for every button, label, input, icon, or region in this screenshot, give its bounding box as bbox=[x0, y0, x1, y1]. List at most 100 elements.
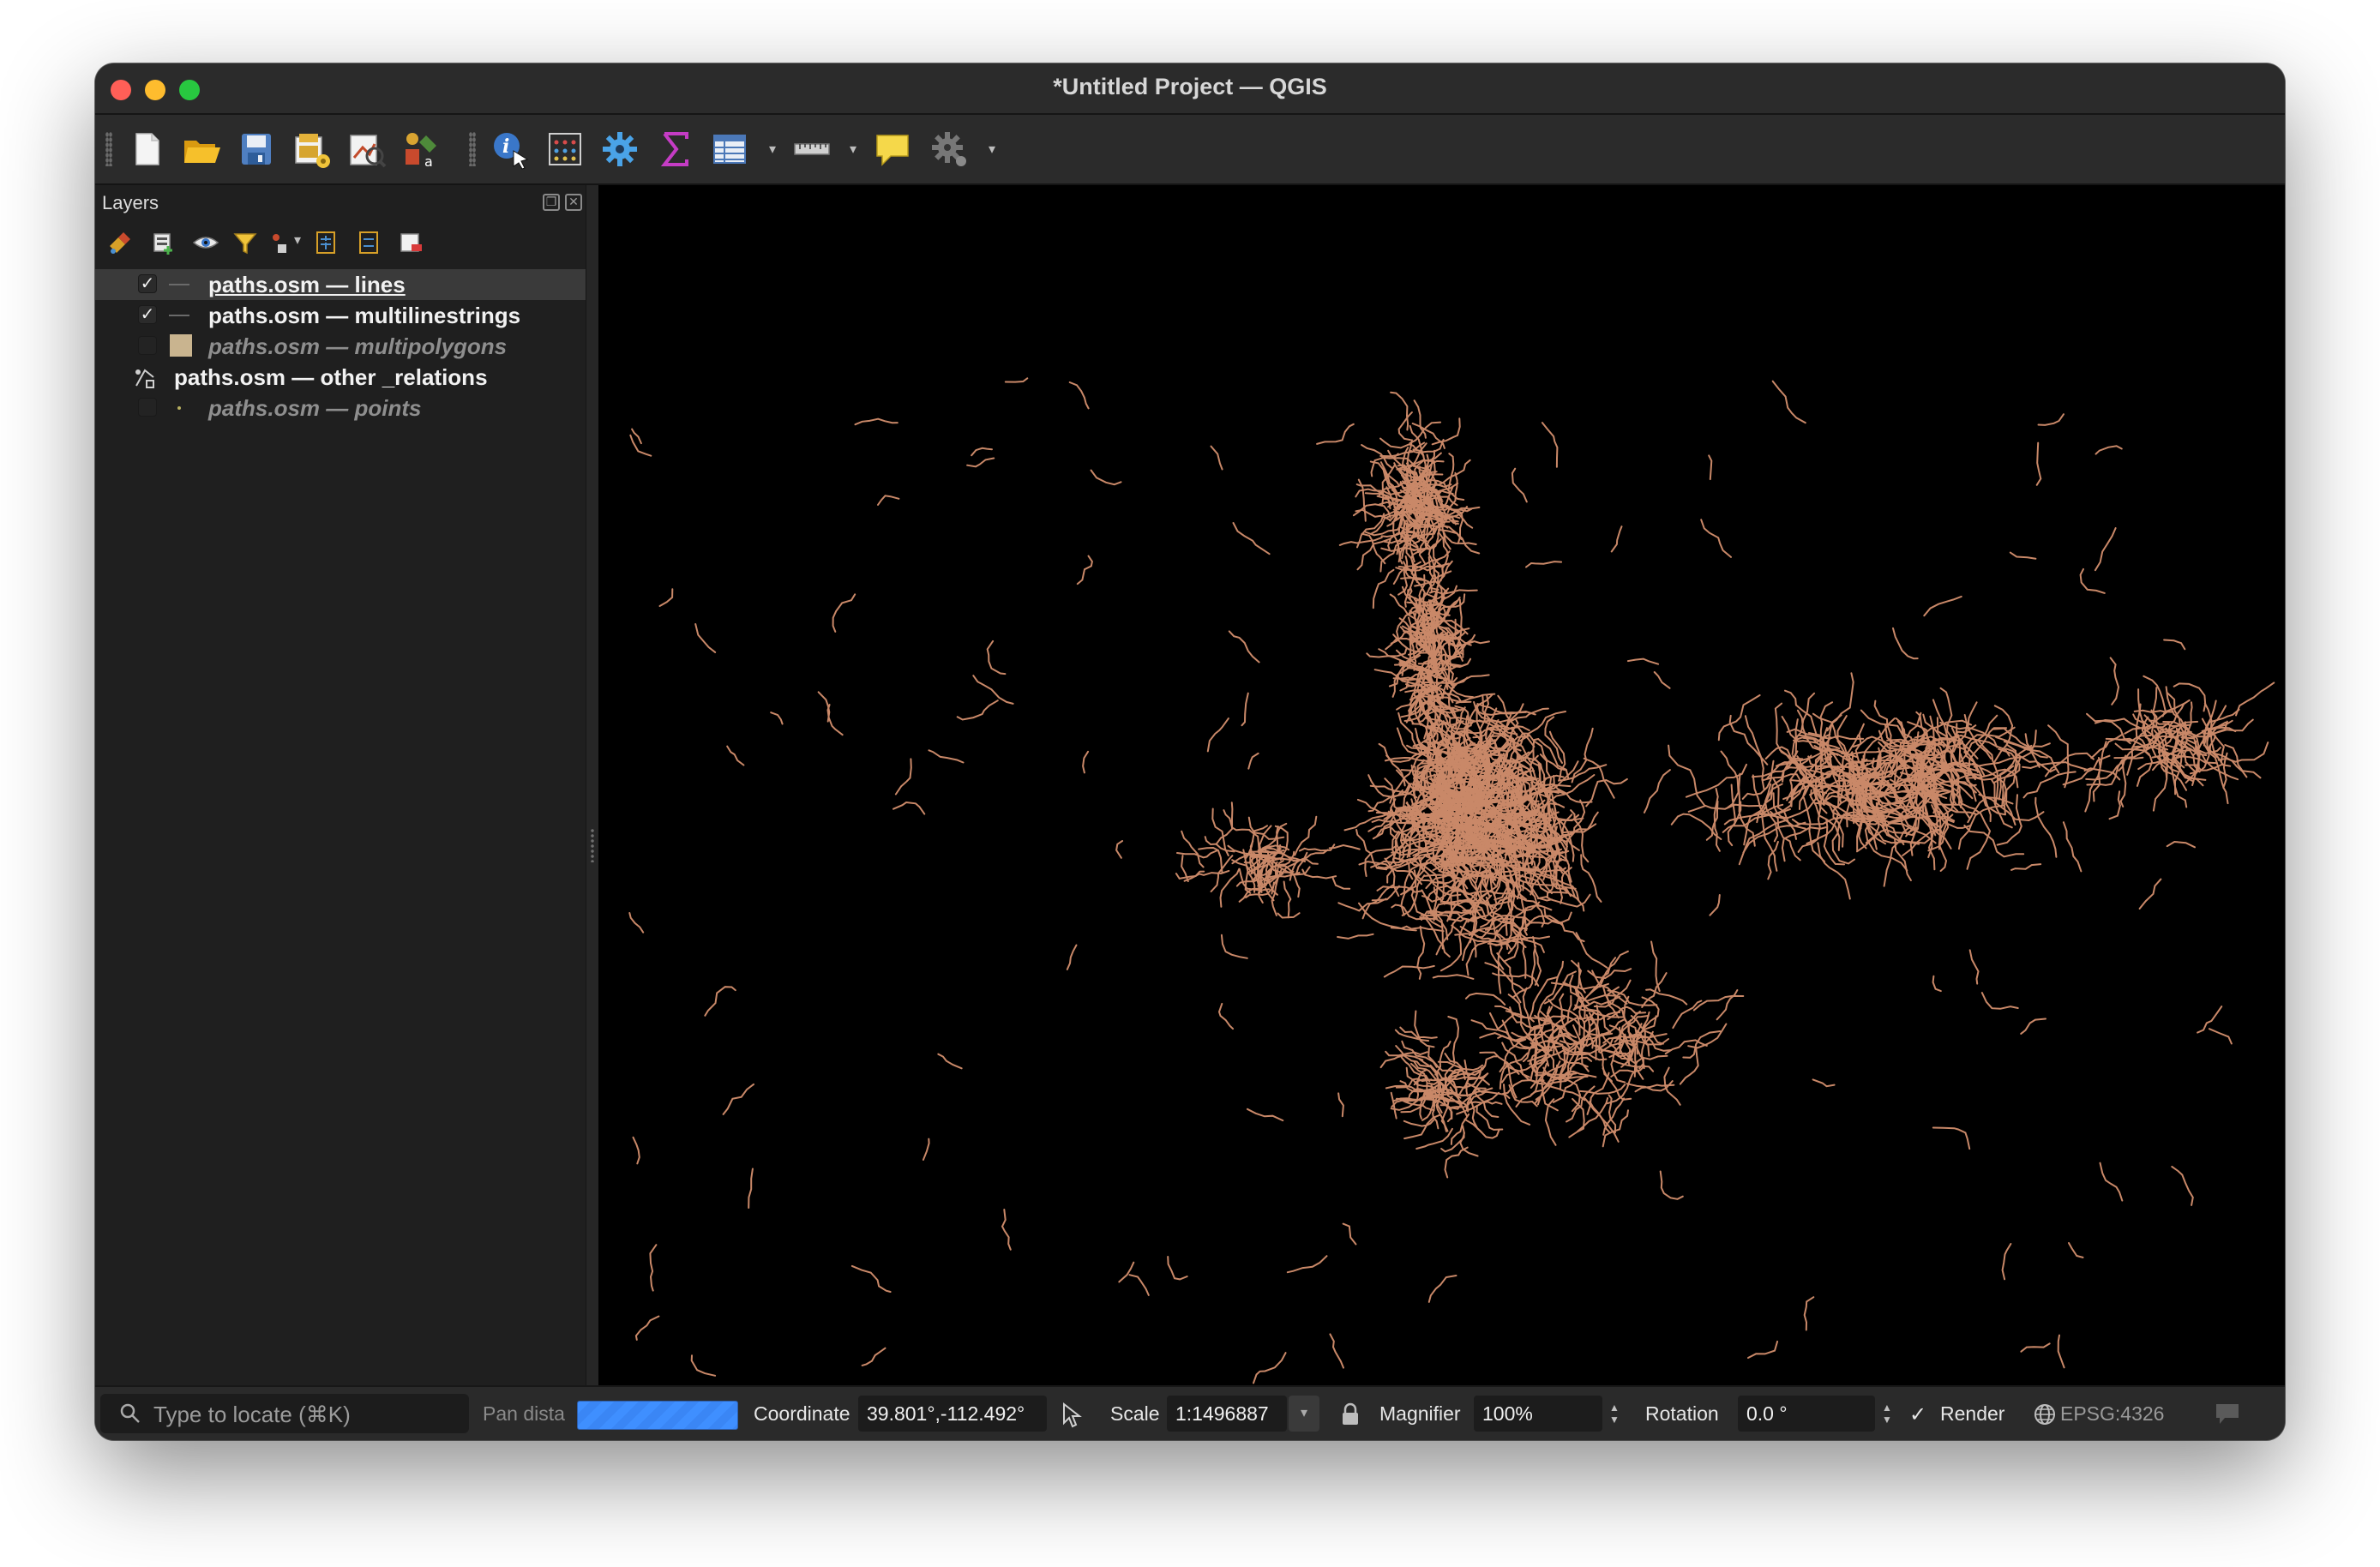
filter-by-expression-button[interactable] bbox=[263, 226, 296, 259]
data-source-manager-button[interactable]: a bbox=[397, 125, 445, 173]
map-path-feature bbox=[2138, 878, 2162, 910]
map-tips-button[interactable] bbox=[868, 125, 917, 173]
map-path-feature bbox=[986, 639, 1007, 675]
toolbar-grip-2[interactable] bbox=[469, 132, 476, 166]
processing-toolbox-button[interactable] bbox=[925, 125, 973, 173]
layer-row-other-relations[interactable]: paths.osm — other _relations bbox=[95, 362, 586, 393]
map-path-feature bbox=[1700, 519, 1732, 558]
map-path-feature bbox=[1389, 593, 1417, 621]
layer-visibility-checkbox[interactable]: ✓ bbox=[138, 274, 157, 293]
measure-dropdown-arrow[interactable]: ▾ bbox=[850, 143, 862, 157]
layer-row-multilinestrings[interactable]: ✓ paths.osm — multilinestrings bbox=[95, 300, 586, 331]
locator-bar[interactable] bbox=[100, 1394, 469, 1433]
map-path-feature bbox=[1411, 423, 1445, 449]
statistics-sum-icon bbox=[660, 132, 688, 166]
map-path-feature bbox=[1963, 824, 2025, 858]
map-path-feature bbox=[1175, 870, 1205, 880]
magnifier-label: Magnifier bbox=[1379, 1402, 1461, 1425]
panel-close-button[interactable]: ✕ bbox=[565, 194, 582, 211]
layer-row-lines[interactable]: ✓ paths.osm — lines bbox=[95, 269, 586, 300]
map-features bbox=[628, 377, 2275, 1384]
add-group-button[interactable] bbox=[147, 226, 179, 259]
new-project-button[interactable] bbox=[123, 125, 171, 173]
map-path-feature bbox=[690, 1354, 717, 1377]
layer-row-multipolygons[interactable]: paths.osm — multipolygons bbox=[95, 331, 586, 362]
filter-legend-button[interactable] bbox=[229, 226, 261, 259]
panel-splitter[interactable] bbox=[586, 185, 599, 1385]
save-project-button[interactable] bbox=[232, 125, 280, 173]
render-checkbox[interactable]: ✓ bbox=[1909, 1402, 1926, 1427]
map-path-feature bbox=[1090, 469, 1122, 486]
expression-filter-icon bbox=[273, 234, 286, 253]
map-path-feature bbox=[922, 1138, 930, 1161]
layer-row-points[interactable]: paths.osm — points bbox=[95, 393, 586, 423]
coordinate-field[interactable]: 39.801°,-112.492° bbox=[858, 1396, 1047, 1432]
expand-all-button[interactable] bbox=[310, 226, 342, 259]
map-path-feature bbox=[1068, 381, 1090, 410]
messages-icon[interactable] bbox=[2213, 1401, 2242, 1426]
magnifier-field[interactable]: 100% bbox=[1474, 1396, 1602, 1432]
globe-icon[interactable] bbox=[2033, 1402, 2057, 1426]
scale-label: Scale bbox=[1110, 1402, 1160, 1425]
toolbar-grip[interactable] bbox=[105, 132, 112, 166]
map-path-feature bbox=[2166, 840, 2196, 849]
filter-dropdown-arrow[interactable]: ▾ bbox=[294, 234, 306, 248]
locator-input[interactable] bbox=[152, 1399, 464, 1430]
map-path-feature bbox=[1217, 1002, 1235, 1030]
crs-label[interactable]: EPSG:4326 bbox=[2060, 1402, 2164, 1426]
rotation-field[interactable]: 0.0 ° bbox=[1738, 1396, 1875, 1432]
map-path-feature bbox=[2133, 702, 2186, 713]
processing-dropdown-arrow[interactable]: ▾ bbox=[989, 143, 1001, 157]
map-path-feature bbox=[2035, 441, 2042, 486]
measure-line-button[interactable] bbox=[788, 125, 836, 173]
map-path-feature bbox=[1246, 1108, 1284, 1122]
map-path-feature bbox=[1980, 992, 2019, 1010]
map-path-feature bbox=[1378, 742, 1406, 787]
identify-features-button[interactable]: i bbox=[486, 125, 534, 173]
map-canvas[interactable] bbox=[598, 185, 2285, 1385]
map-path-feature bbox=[1390, 391, 1409, 431]
map-path-feature bbox=[1167, 1256, 1188, 1281]
map-path-feature bbox=[1709, 894, 1721, 916]
open-attribute-table-button[interactable] bbox=[706, 125, 754, 173]
statistical-summary-button[interactable] bbox=[651, 125, 699, 173]
remove-layer-button[interactable] bbox=[395, 226, 428, 259]
map-path-feature bbox=[877, 495, 900, 506]
scale-field[interactable]: 1:1496887 bbox=[1167, 1396, 1287, 1432]
new-print-layout-button[interactable] bbox=[287, 125, 335, 173]
collapse-all-icon bbox=[359, 231, 378, 254]
rotation-spinner[interactable]: ▲ ▼ bbox=[1877, 1396, 1897, 1432]
layer-visibility-checkbox[interactable] bbox=[138, 398, 157, 417]
add-group-icon bbox=[153, 233, 172, 255]
layer-visibility-checkbox[interactable] bbox=[138, 336, 157, 355]
map-path-feature bbox=[1372, 568, 1395, 609]
layer-visibility-checkbox[interactable]: ✓ bbox=[138, 305, 157, 324]
toggle-extents-mouse-icon[interactable] bbox=[1059, 1401, 1085, 1428]
magnifier-spinner[interactable]: ▲ ▼ bbox=[1604, 1396, 1625, 1432]
style-manager-button[interactable] bbox=[342, 125, 390, 173]
map-path-feature bbox=[2094, 527, 2117, 572]
manage-map-themes-button[interactable] bbox=[189, 226, 222, 259]
map-path-feature bbox=[1241, 692, 1249, 727]
table-dropdown-arrow[interactable]: ▾ bbox=[769, 143, 781, 157]
identify-features-icon: i bbox=[494, 133, 529, 170]
map-path-feature bbox=[1337, 1092, 1344, 1118]
map-path-feature bbox=[956, 699, 999, 721]
attribute-table-button[interactable] bbox=[541, 125, 589, 173]
map-path-feature bbox=[1784, 689, 1818, 736]
scale-dropdown-button[interactable]: ▾ bbox=[1289, 1396, 1319, 1432]
map-path-feature bbox=[694, 623, 717, 653]
map-path-feature bbox=[2163, 639, 2186, 651]
lock-scale-icon[interactable] bbox=[1340, 1402, 1361, 1426]
open-project-button[interactable] bbox=[177, 125, 225, 173]
panel-float-button[interactable]: ❐ bbox=[543, 194, 560, 211]
open-table-icon bbox=[713, 135, 746, 164]
collapse-all-button[interactable] bbox=[352, 226, 385, 259]
svg-text:a: a bbox=[424, 153, 433, 170]
splitter-handle[interactable] bbox=[590, 828, 595, 862]
layer-tree: ✓ paths.osm — lines ✓ paths.osm — multil… bbox=[95, 269, 586, 423]
open-layer-styling-button[interactable] bbox=[104, 226, 136, 259]
qgis-window: *Untitled Project — QGIS a i ▾ ▾ ▾ Layer… bbox=[95, 63, 2285, 1440]
map-path-feature bbox=[2020, 1342, 2051, 1353]
settings-button[interactable] bbox=[596, 125, 644, 173]
